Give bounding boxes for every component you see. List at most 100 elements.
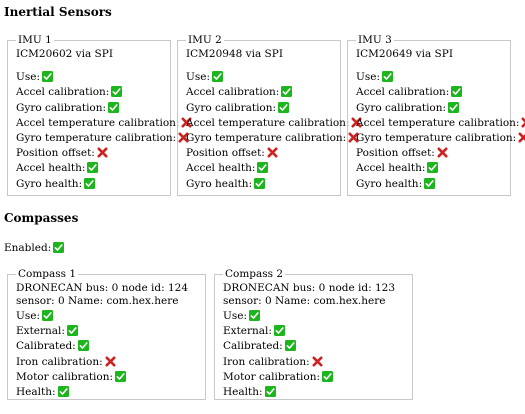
check-mark-icon bbox=[42, 310, 53, 321]
check-label: Gyro calibration: bbox=[356, 101, 447, 114]
check-mark-icon bbox=[278, 101, 290, 113]
check-label: Use: bbox=[356, 71, 380, 84]
imu-legend: IMU 1 bbox=[16, 34, 54, 47]
check-label: Accel calibration: bbox=[16, 86, 110, 99]
check-row: Use: bbox=[223, 309, 408, 324]
check-row: Motor calibration: bbox=[223, 370, 408, 385]
check-mark-icon bbox=[257, 162, 269, 174]
check-label: Gyro calibration: bbox=[186, 101, 277, 114]
check-row: Motor calibration: bbox=[16, 370, 201, 385]
check-label: Use: bbox=[186, 71, 210, 84]
check-row: Accel calibration: bbox=[186, 85, 336, 100]
check-mark-icon bbox=[264, 385, 276, 397]
check-mark-icon bbox=[451, 86, 463, 98]
check-mark-icon bbox=[322, 370, 334, 382]
check-row: Gyro health: bbox=[186, 177, 336, 192]
cross-mark-icon bbox=[267, 147, 278, 158]
check-label: Accel temperature calibration: bbox=[186, 116, 350, 129]
check-label: Accel calibration: bbox=[186, 86, 280, 99]
check-label: Accel temperature calibration: bbox=[16, 116, 180, 129]
check-row: Use: bbox=[186, 70, 336, 85]
check-label: Position offset: bbox=[16, 147, 95, 160]
check-label: Gyro temperature calibration: bbox=[356, 131, 517, 144]
compass-description: DRONECAN bus: 0 node id: 123 sensor: 0 N… bbox=[223, 282, 396, 307]
check-label: Iron calibration: bbox=[223, 355, 310, 368]
cross-mark-icon bbox=[521, 117, 525, 128]
check-label: Calibrated: bbox=[223, 340, 283, 353]
check-label: Accel health: bbox=[186, 162, 256, 175]
check-mark-icon bbox=[108, 101, 120, 113]
compass-enabled-row: Enabled: bbox=[4, 241, 65, 256]
check-row: Accel health: bbox=[186, 161, 336, 176]
check-mark-icon bbox=[273, 325, 285, 337]
check-label: Calibrated: bbox=[16, 340, 76, 353]
check-label: Gyro temperature calibration: bbox=[16, 131, 177, 144]
check-mark-icon bbox=[115, 370, 127, 382]
imu-legend: IMU 3 bbox=[356, 34, 394, 47]
check-mark-icon bbox=[87, 162, 99, 174]
check-mark-icon bbox=[84, 177, 96, 189]
check-label: Use: bbox=[16, 310, 40, 322]
imu-device: ICM20602 via SPI bbox=[16, 48, 113, 60]
cross-mark-icon bbox=[312, 356, 323, 367]
imu-2-panel: IMU 2 ICM20948 via SPI Use: Accel calibr… bbox=[177, 34, 362, 196]
check-row: Accel health: bbox=[16, 161, 166, 176]
check-row: Gyro calibration: bbox=[186, 101, 336, 116]
check-row: Gyro temperature calibration: bbox=[186, 131, 359, 146]
check-row: Accel calibration: bbox=[356, 85, 506, 100]
check-label: Accel health: bbox=[16, 162, 86, 175]
check-label: Position offset: bbox=[356, 147, 435, 160]
check-row: Use: bbox=[16, 70, 166, 85]
check-label: External: bbox=[16, 325, 65, 338]
imu-device: ICM20649 via SPI bbox=[356, 48, 453, 60]
check-row: Gyro health: bbox=[356, 177, 506, 192]
check-row: Use: bbox=[356, 70, 506, 85]
check-row: Accel calibration: bbox=[16, 85, 166, 100]
check-mark-icon bbox=[77, 340, 89, 352]
check-row: Gyro calibration: bbox=[16, 101, 166, 116]
check-row: Iron calibration: bbox=[16, 355, 201, 370]
check-row: Accel temperature calibration: bbox=[186, 116, 362, 131]
check-row: Position offset: bbox=[186, 146, 336, 161]
check-label: Motor calibration: bbox=[223, 370, 321, 383]
check-mark-icon bbox=[281, 86, 293, 98]
check-mark-icon bbox=[249, 310, 260, 321]
check-label: Health: bbox=[223, 385, 263, 398]
check-row: Position offset: bbox=[356, 146, 506, 161]
check-label: Gyro health: bbox=[16, 177, 83, 190]
check-label: Use: bbox=[16, 71, 40, 84]
check-row: Accel temperature calibration: bbox=[16, 116, 192, 131]
check-label: Health: bbox=[16, 385, 56, 398]
check-label: Iron calibration: bbox=[16, 355, 103, 368]
check-mark-icon bbox=[111, 86, 123, 98]
check-row: External: bbox=[16, 324, 201, 339]
check-mark-icon bbox=[53, 242, 65, 253]
check-mark-icon bbox=[254, 177, 266, 189]
cross-mark-icon bbox=[97, 147, 108, 158]
cross-mark-icon bbox=[518, 132, 525, 143]
check-label: Accel temperature calibration: bbox=[356, 116, 520, 129]
check-row: External: bbox=[223, 324, 408, 339]
check-mark-icon bbox=[66, 325, 78, 337]
check-row: Calibrated: bbox=[223, 339, 408, 354]
check-mark-icon bbox=[424, 177, 436, 189]
check-row: Accel temperature calibration: bbox=[356, 116, 525, 131]
compass-2-panel: Compass 2 DRONECAN bus: 0 node id: 123 s… bbox=[214, 268, 413, 400]
cross-mark-icon bbox=[105, 356, 116, 367]
imu-legend: IMU 2 bbox=[186, 34, 224, 47]
compass-legend: Compass 1 bbox=[16, 268, 79, 281]
check-row: Accel health: bbox=[356, 161, 506, 176]
check-label: Gyro calibration: bbox=[16, 101, 107, 114]
check-label: Gyro temperature calibration: bbox=[186, 131, 347, 144]
check-label: Motor calibration: bbox=[16, 370, 114, 383]
imu-1-panel: IMU 1 ICM20602 via SPI Use: Accel calibr… bbox=[7, 34, 192, 196]
check-label: Accel health: bbox=[356, 162, 426, 175]
check-mark-icon bbox=[284, 340, 296, 352]
check-mark-icon bbox=[382, 71, 393, 83]
check-mark-icon bbox=[427, 162, 439, 174]
check-row: Use: bbox=[16, 309, 201, 324]
check-label: Gyro health: bbox=[356, 177, 423, 190]
check-row: Calibrated: bbox=[16, 339, 201, 354]
imu-3-panel: IMU 3 ICM20649 via SPI Use: Accel calibr… bbox=[347, 34, 525, 196]
check-label: Position offset: bbox=[186, 147, 265, 160]
